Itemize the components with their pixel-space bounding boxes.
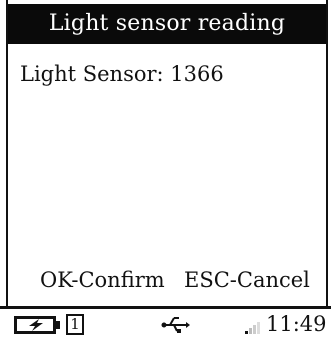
status-bar: 1 11:49 [0, 306, 331, 337]
battery-tip [56, 321, 60, 329]
light-sensor-reading: Light Sensor: 1366 [20, 62, 224, 86]
ok-confirm-button[interactable]: OK-Confirm [40, 268, 165, 292]
signal-icon [245, 322, 260, 334]
device-screen: Light sensor reading Light Sensor: 1366 … [0, 0, 331, 337]
esc-cancel-button[interactable]: ESC-Cancel [184, 268, 310, 292]
battery-charging-icon [14, 316, 56, 334]
screen-title: Light sensor reading [48, 11, 286, 36]
right-border [326, 0, 328, 318]
sim-slot-indicator: 1 [66, 314, 84, 335]
title-bar: Light sensor reading [8, 4, 326, 44]
left-border [6, 0, 8, 318]
usb-icon [161, 317, 190, 333]
clock: 11:49 [266, 312, 327, 336]
